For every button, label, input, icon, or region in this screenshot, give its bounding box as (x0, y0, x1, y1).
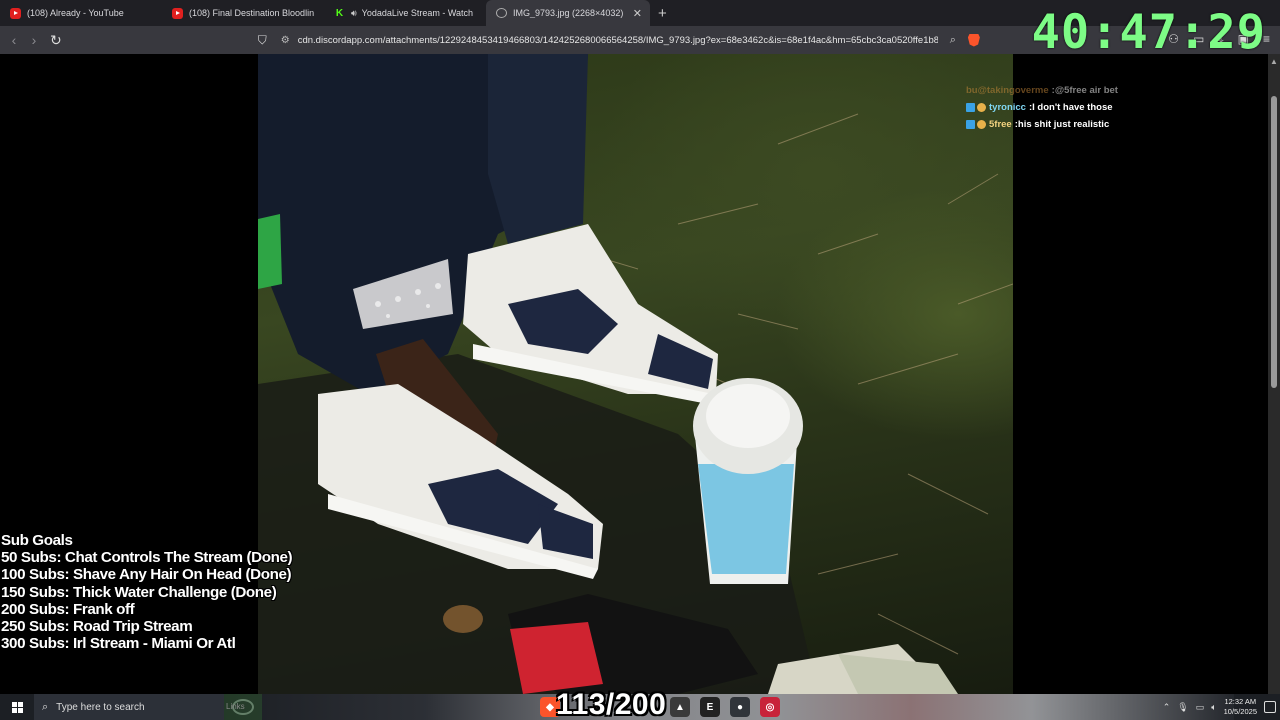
notifications-icon[interactable] (1264, 701, 1276, 713)
sub-goal-item: 300 Subs: Irl Stream - Miami Or Atl (1, 635, 236, 653)
epic-games-icon[interactable]: E (700, 697, 720, 717)
chat-message: 5free : his shit just realistic (966, 116, 1166, 133)
stream-timer: 40:47:29 (1031, 5, 1266, 60)
image-icon (496, 8, 507, 18)
clock-time: 12:32 AM (1224, 697, 1257, 706)
windows-logo-icon (11, 701, 23, 713)
start-button[interactable] (0, 694, 34, 720)
sub-goal-item: 250 Subs: Road Trip Stream (1, 618, 193, 636)
app-circle-icon[interactable]: ● (730, 697, 750, 717)
scroll-up-icon[interactable]: ▲ (1270, 57, 1278, 66)
clock[interactable]: 12:32 AM 10/5/2025 (1224, 697, 1257, 717)
tab-youtube-final-destination[interactable]: (108) Final Destination Bloodlines (20 (162, 0, 324, 26)
taskbar-search[interactable]: ⌕ Type here to search (34, 694, 224, 720)
tab-title: IMG_9793.jpg (2268×4032) (513, 8, 624, 18)
url-text[interactable]: cdn.discordapp.com/attachments/122924845… (298, 35, 938, 46)
zoom-icon[interactable]: ⌕ (950, 34, 956, 47)
reload-icon[interactable]: ↻ (50, 32, 62, 49)
sub-goal-item: 50 Subs: Chat Controls The Stream (Done) (1, 549, 293, 567)
back-icon[interactable]: ‹ (4, 32, 24, 48)
tab-title: (108) Already - YouTube (27, 8, 124, 18)
network-icon[interactable]: ▭ (1196, 702, 1205, 713)
app-red-icon[interactable]: ◎ (760, 697, 780, 717)
chat-text: I don't have those (1032, 102, 1113, 113)
chat-text: his shit just realistic (1017, 119, 1110, 130)
microphone-icon[interactable]: 🎙︎ (1177, 702, 1188, 713)
sub-goal-item: 200 Subs: Frank off (1, 600, 135, 618)
address-bar[interactable]: ⚙︎ cdn.discordapp.com/attachments/122924… (281, 29, 986, 51)
chat-overlay: bu@takingoverme : @5free air bet tyronic… (966, 82, 1166, 133)
search-icon: ⌕ (42, 700, 49, 713)
clock-date: 10/5/2025 (1223, 707, 1257, 716)
photo-illustration (258, 54, 1013, 694)
gift-badge-icon (977, 103, 986, 112)
subscriber-badge-icon (966, 120, 975, 129)
app-a-icon[interactable]: ▲ (670, 697, 690, 717)
tab-title: (108) Final Destination Bloodlines (20 (189, 8, 314, 18)
brave-shield-icon[interactable] (967, 33, 980, 47)
gift-badge-icon (977, 120, 986, 129)
volume-icon[interactable]: 🔈︎ (1211, 702, 1216, 713)
tab-youtube-already[interactable]: (108) Already - YouTube (0, 0, 162, 26)
tab-kick-stream[interactable]: K 🔊︎ YodadaLive Stream - Watch Live (324, 0, 486, 26)
kick-icon: K (335, 7, 344, 19)
bookmark-icon[interactable]: ⛉ (258, 33, 267, 48)
sub-goal-item: 150 Subs: Thick Water Challenge (Done) (1, 583, 277, 601)
subscriber-badge-icon (966, 103, 975, 112)
sub-goals-overlay: Sub Goals 50 Subs: Chat Controls The Str… (1, 532, 293, 653)
windows-taskbar: ⌕ Type here to search Links ◆ ▲ E ● ◎ 11… (0, 688, 1280, 720)
chat-message: tyronicc : I don't have those (966, 99, 1166, 116)
chat-text: @5free air bet (1054, 85, 1118, 96)
new-tab-button[interactable]: + (658, 5, 667, 22)
youtube-icon (10, 7, 21, 19)
close-tab-icon[interactable]: ✕ (633, 7, 642, 20)
forward-icon[interactable]: › (24, 32, 44, 48)
links-toolbar[interactable]: Links (226, 702, 245, 711)
youtube-icon (172, 7, 183, 19)
tab-title: YodadaLive Stream - Watch Live (361, 8, 476, 18)
speaker-icon[interactable]: 🔊︎ (351, 8, 357, 19)
chat-message: bu@takingoverme : @5free air bet (966, 82, 1166, 99)
chat-username: tyronicc (989, 102, 1026, 113)
sub-counter: 113/200 (556, 688, 667, 720)
tab-image-active[interactable]: IMG_9793.jpg (2268×4032) ✕ (486, 0, 650, 26)
chevron-up-icon[interactable]: ⌃ (1163, 702, 1171, 713)
scrollbar-thumb[interactable] (1271, 96, 1277, 388)
site-info-icon[interactable]: ⚙︎ (281, 35, 290, 46)
chat-username: 5free (989, 119, 1012, 130)
vertical-scrollbar[interactable]: ▲ (1268, 54, 1280, 694)
screen: (108) Already - YouTube (108) Final Dest… (0, 0, 1280, 720)
chat-username: bu@takingoverme (966, 85, 1049, 96)
search-placeholder: Type here to search (56, 701, 145, 713)
sub-goals-title: Sub Goals (1, 532, 73, 549)
displayed-image[interactable] (258, 54, 1013, 694)
system-tray: ⌃ 🎙︎ ▭ 🔈︎ 12:32 AM 10/5/2025 (1163, 694, 1276, 720)
sub-goal-item: 100 Subs: Shave Any Hair On Head (Done) (1, 566, 292, 584)
